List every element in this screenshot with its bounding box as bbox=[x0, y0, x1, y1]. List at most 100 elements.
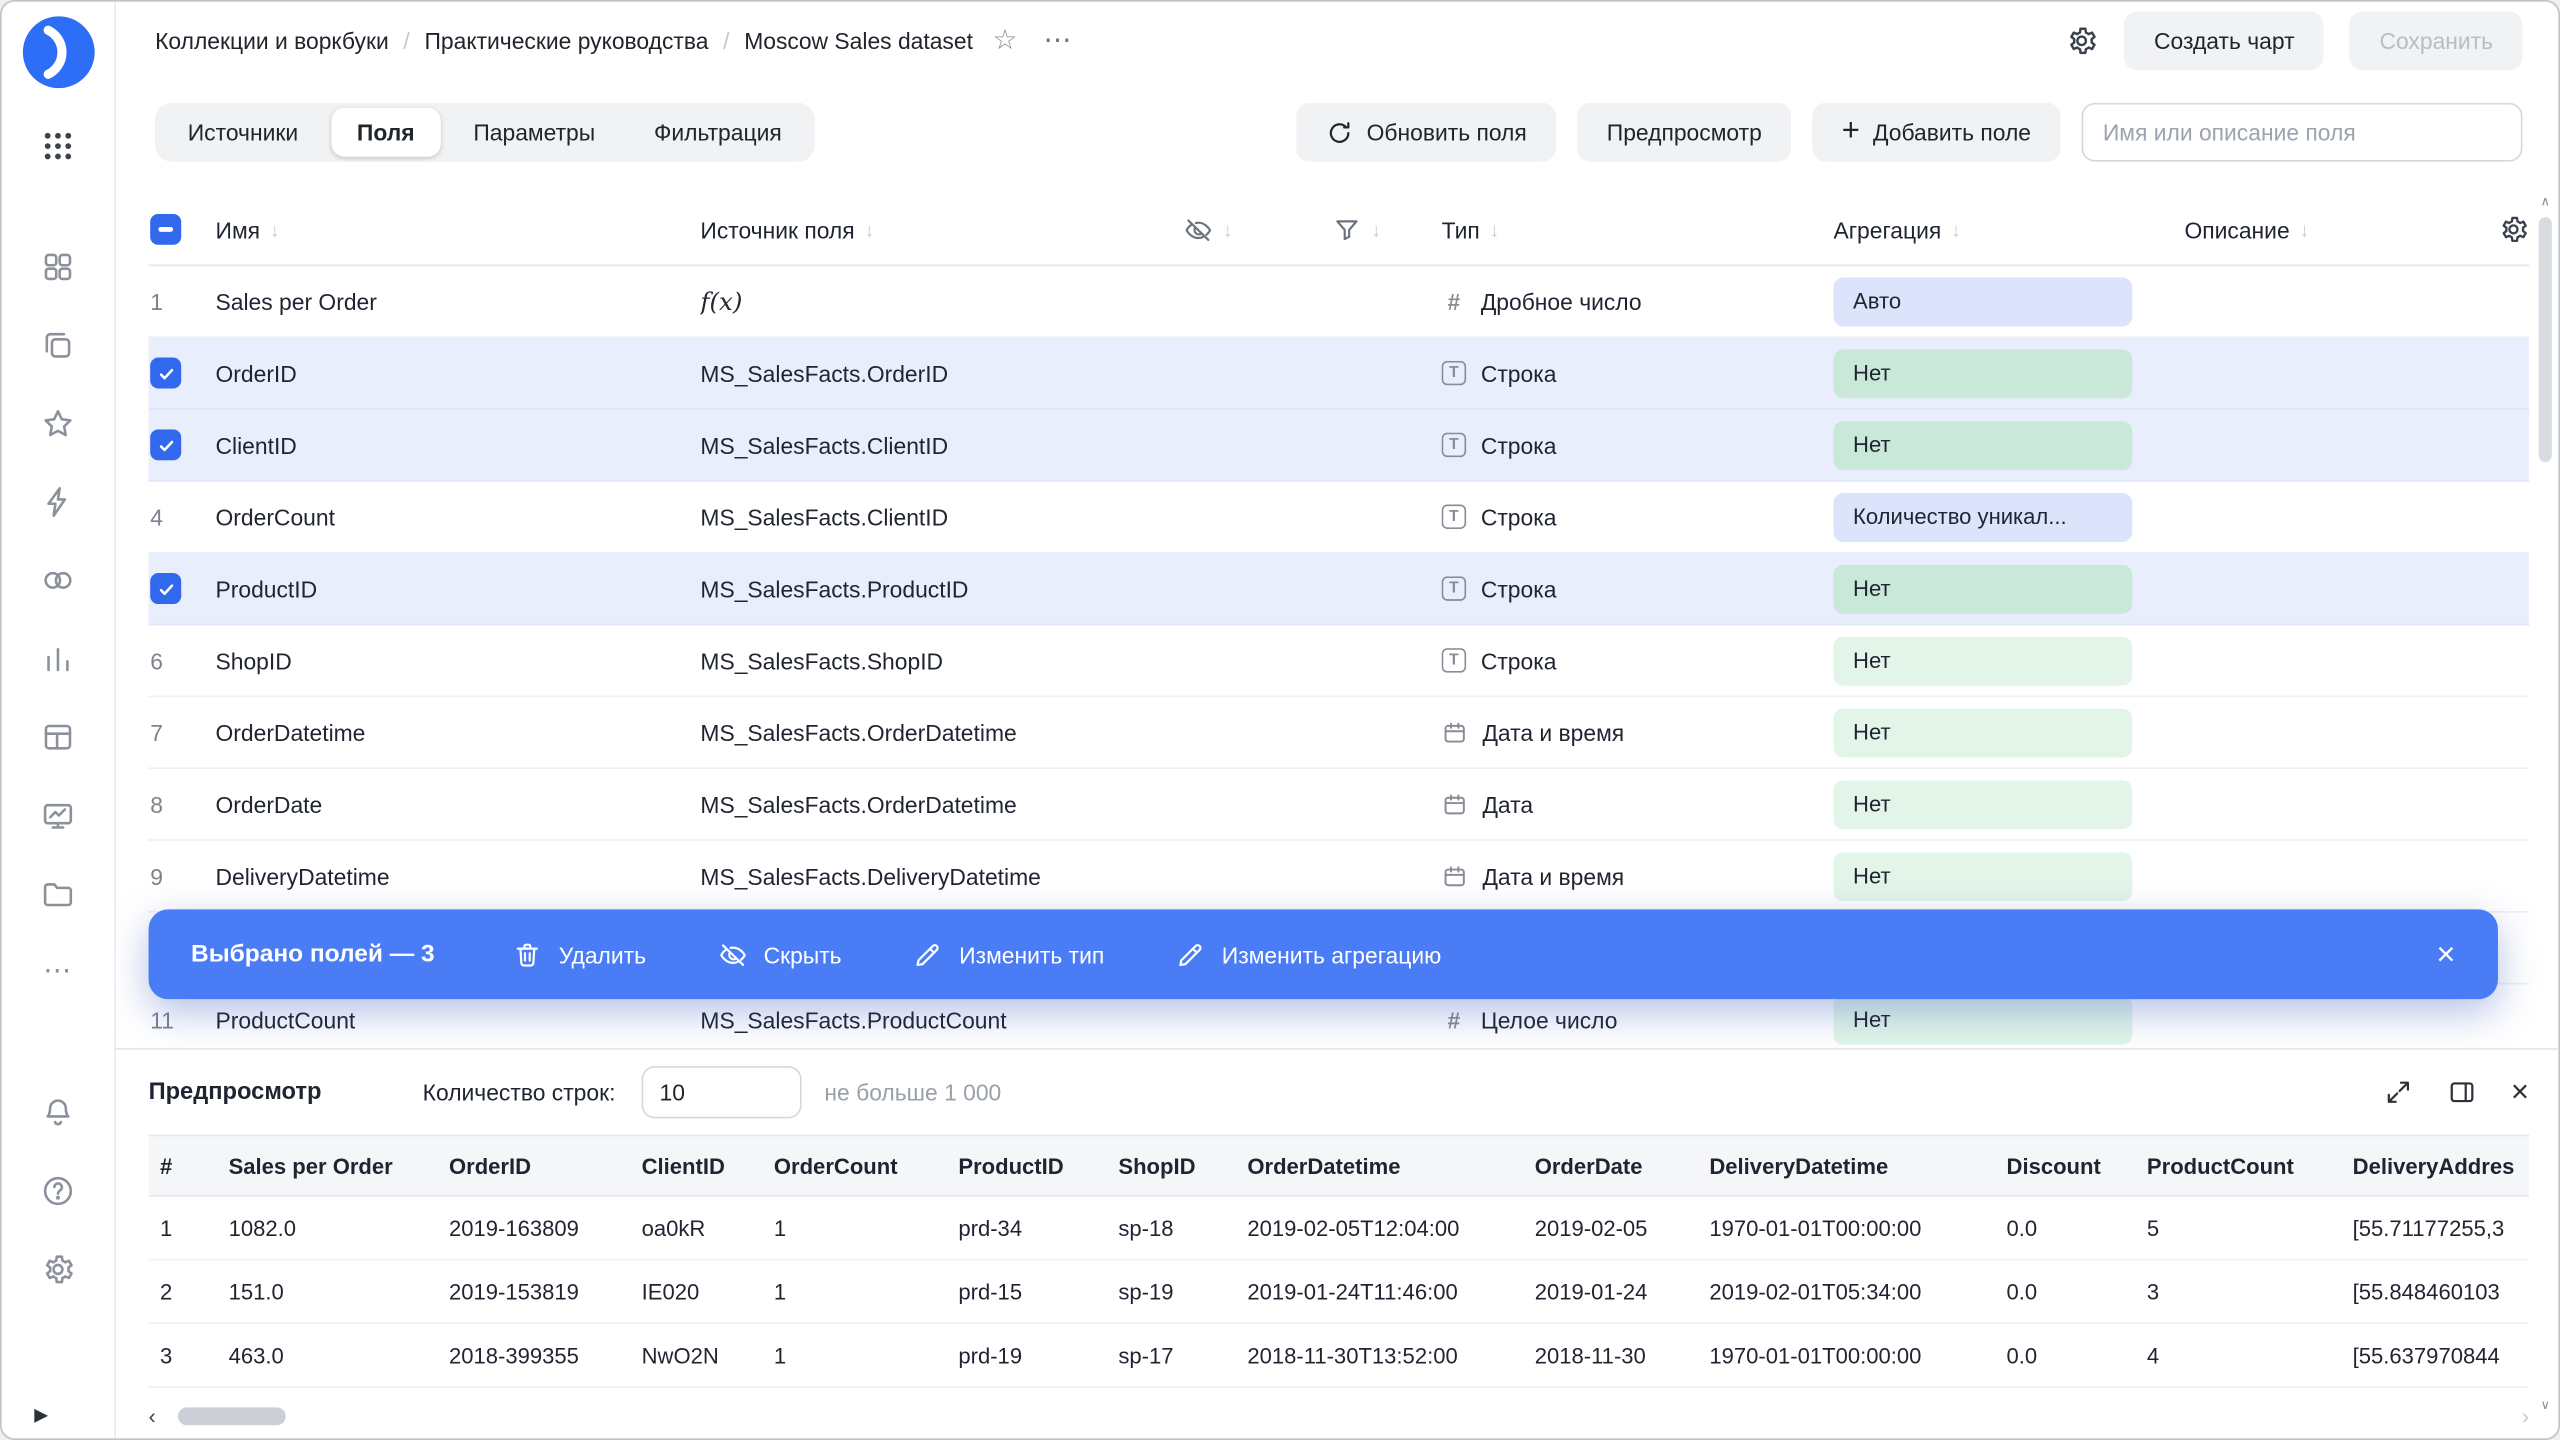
sort-icon[interactable]: ↓ bbox=[270, 218, 280, 241]
notifications-bell-icon[interactable] bbox=[25, 1079, 90, 1144]
row-checkbox-checked[interactable] bbox=[150, 429, 182, 461]
help-icon[interactable] bbox=[25, 1158, 90, 1223]
column-header-hidden[interactable]: ↓ bbox=[1184, 215, 1333, 244]
sort-icon[interactable]: ↓ bbox=[1490, 218, 1500, 241]
field-type[interactable]: T Строка bbox=[1441, 432, 1834, 458]
aggregation-badge[interactable]: Нет bbox=[1833, 635, 2133, 685]
select-all-checkbox[interactable] bbox=[150, 213, 182, 245]
row-checkbox-checked[interactable] bbox=[150, 573, 182, 605]
aggregation-badge[interactable]: Авто bbox=[1833, 276, 2133, 326]
dataset-settings-gear-icon[interactable] bbox=[2066, 24, 2099, 57]
breadcrumb-item[interactable]: Moscow Sales dataset bbox=[744, 28, 973, 54]
field-type[interactable]: # Целое число bbox=[1442, 1007, 1834, 1033]
field-row[interactable]: 7 OrderDatetime MS_SalesFacts.OrderDatetim… bbox=[148, 697, 2529, 769]
field-row[interactable]: OrderID MS_SalesFacts.OrderID T Строка Нет bbox=[148, 337, 2529, 410]
editor-icon[interactable] bbox=[25, 782, 90, 847]
funnel-icon bbox=[1336, 219, 1358, 240]
breadcrumb-item[interactable]: Практические руководства bbox=[424, 28, 708, 54]
preview-toggle-button[interactable]: Предпросмотр bbox=[1577, 102, 1792, 162]
dock-preview-icon[interactable] bbox=[2447, 1078, 2476, 1107]
datasets-icon[interactable] bbox=[25, 547, 90, 612]
horizontal-scrollbar[interactable]: ‹ › bbox=[149, 1402, 2529, 1438]
aggregation-badge[interactable]: Нет bbox=[1833, 779, 2133, 829]
horizontal-scrollbar-thumb[interactable] bbox=[178, 1406, 287, 1425]
tab-filtering[interactable]: Фильтрация bbox=[625, 103, 812, 162]
aggregation-badge[interactable]: Нет bbox=[1833, 564, 2133, 614]
field-row[interactable]: ProductID MS_SalesFacts.ProductID T Строка Н… bbox=[148, 553, 2529, 626]
scroll-down-icon[interactable]: ∨ bbox=[2541, 1398, 2551, 1413]
column-header-description[interactable]: Описание ↓ bbox=[2184, 216, 2463, 242]
settings-gear-icon-sidebar[interactable] bbox=[25, 1236, 90, 1301]
action-hide[interactable]: Скрыть bbox=[718, 940, 842, 969]
sort-icon[interactable]: ↓ bbox=[2299, 218, 2309, 241]
sort-icon[interactable]: ↓ bbox=[1223, 218, 1233, 241]
field-type[interactable]: T Строка bbox=[1441, 647, 1834, 673]
create-chart-button[interactable]: Создать чарт bbox=[2124, 11, 2324, 71]
column-header-name[interactable]: Имя ↓ bbox=[216, 216, 701, 242]
field-type[interactable]: T Строка bbox=[1441, 360, 1834, 386]
row-checkbox-checked[interactable] bbox=[150, 357, 182, 389]
field-row[interactable]: 4 OrderCount MS_SalesFacts.ClientID T Строка… bbox=[148, 482, 2529, 554]
row-count-input[interactable] bbox=[641, 1066, 802, 1119]
column-header-aggregation[interactable]: Агрегация ↓ bbox=[1833, 216, 2184, 242]
tab-fields[interactable]: Поля bbox=[330, 107, 441, 157]
workbooks-icon[interactable] bbox=[25, 312, 90, 377]
scroll-left-icon[interactable]: ‹ bbox=[149, 1403, 156, 1427]
tab-parameters[interactable]: Параметры bbox=[444, 103, 625, 162]
close-preview-icon[interactable]: × bbox=[2511, 1077, 2529, 1108]
expand-preview-icon[interactable] bbox=[2383, 1078, 2412, 1107]
save-button[interactable]: Сохранить bbox=[2350, 11, 2523, 71]
vertical-scrollbar[interactable]: ∧ ∨ bbox=[2537, 194, 2553, 1412]
sort-icon[interactable]: ↓ bbox=[1951, 218, 1961, 241]
sort-icon[interactable]: ↓ bbox=[1371, 218, 1381, 241]
field-row[interactable]: 8 OrderDate MS_SalesFacts.OrderDatetime Дат… bbox=[148, 769, 2529, 841]
field-row[interactable]: 6 ShopID MS_SalesFacts.ShopID T Строка Нет bbox=[148, 625, 2529, 698]
aggregation-badge[interactable]: Нет bbox=[1833, 995, 2133, 1045]
dashboards-icon[interactable] bbox=[25, 704, 90, 769]
aggregation-badge[interactable]: Нет bbox=[1833, 420, 2133, 470]
refresh-fields-button[interactable]: Обновить поля bbox=[1296, 102, 1557, 162]
storage-icon[interactable] bbox=[25, 860, 90, 925]
field-row[interactable]: 9 DeliveryDatetime MS_SalesFacts.DeliveryD… bbox=[148, 841, 2529, 913]
action-change-aggregation[interactable]: Изменить агрегацию bbox=[1176, 940, 1441, 969]
horizontal-scrollbar-track[interactable] bbox=[165, 1406, 2512, 1425]
field-row[interactable]: 1 Sales per Order f(x) # Дробное число Авто bbox=[148, 266, 2529, 338]
table-settings-gear-icon[interactable] bbox=[2498, 214, 2529, 245]
sort-icon[interactable]: ↓ bbox=[864, 218, 874, 241]
field-type[interactable]: # Дробное число bbox=[1442, 288, 1834, 314]
field-row[interactable]: ClientID MS_SalesFacts.ClientID T Строка Нет bbox=[148, 409, 2529, 482]
services-grid-icon[interactable] bbox=[25, 113, 90, 178]
breadcrumb-more-icon[interactable]: ⋯ bbox=[1044, 24, 1073, 57]
tab-sources[interactable]: Источники bbox=[158, 103, 327, 162]
expand-sidebar-icon[interactable]: ▶ bbox=[34, 1404, 48, 1426]
favorite-star-icon[interactable]: ☆ bbox=[993, 24, 1018, 57]
vertical-scrollbar-thumb[interactable] bbox=[2538, 217, 2552, 463]
action-delete[interactable]: Удалить bbox=[513, 940, 646, 969]
add-field-button[interactable]: + Добавить поле bbox=[1812, 102, 2061, 162]
aggregation-badge[interactable]: Нет bbox=[1833, 851, 2133, 901]
sidebar-more-icon[interactable]: ⋯ bbox=[25, 939, 90, 1004]
datalens-logo[interactable] bbox=[20, 15, 95, 90]
vertical-scrollbar-track[interactable] bbox=[2538, 214, 2552, 1393]
field-type[interactable]: T Строка bbox=[1441, 576, 1834, 602]
aggregation-badge[interactable]: Нет bbox=[1833, 348, 2133, 398]
field-type[interactable]: Дата bbox=[1442, 791, 1834, 817]
field-type[interactable]: Дата и время bbox=[1442, 863, 1834, 889]
charts-icon[interactable] bbox=[25, 625, 90, 690]
aggregation-badge[interactable]: Нет bbox=[1833, 707, 2133, 757]
action-change-type[interactable]: Изменить тип bbox=[913, 940, 1104, 969]
field-type[interactable]: Дата и время bbox=[1442, 719, 1834, 745]
scroll-right-icon[interactable]: › bbox=[2522, 1403, 2529, 1427]
aggregation-badge[interactable]: Количество уникал... bbox=[1833, 492, 2133, 542]
scroll-up-icon[interactable]: ∧ bbox=[2541, 194, 2551, 209]
column-header-type[interactable]: Тип ↓ bbox=[1442, 216, 1834, 242]
field-type[interactable]: T Строка bbox=[1441, 504, 1834, 530]
close-selection-bar-icon[interactable]: × bbox=[2436, 938, 2455, 971]
favorites-star-icon[interactable] bbox=[25, 390, 90, 455]
connections-icon[interactable] bbox=[25, 469, 90, 534]
column-header-filter[interactable]: ↓ bbox=[1332, 215, 1441, 244]
breadcrumb-item[interactable]: Коллекции и воркбуки bbox=[155, 28, 389, 54]
collections-icon[interactable] bbox=[25, 233, 90, 298]
column-header-source[interactable]: Источник поля ↓ bbox=[700, 216, 1183, 242]
field-search-input[interactable] bbox=[2081, 102, 2523, 162]
